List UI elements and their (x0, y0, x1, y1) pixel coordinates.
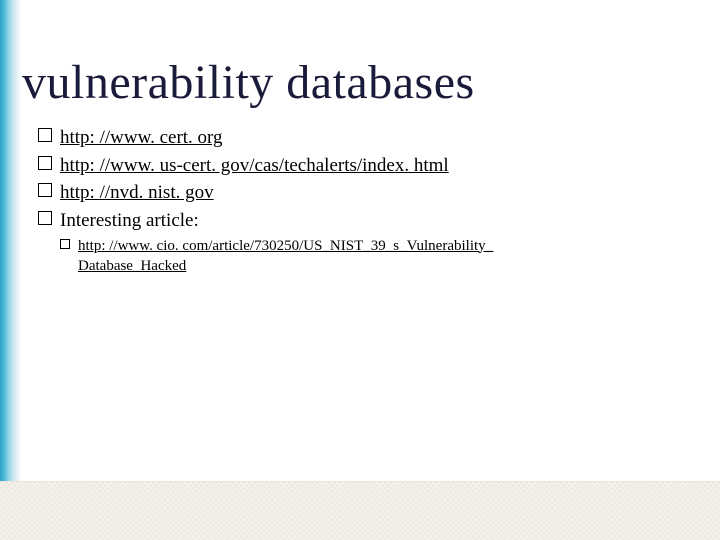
sub-link-line2: Database_Hacked (78, 258, 186, 274)
sub-list-item: http: //www. cio. com/article/730250/US_… (60, 236, 700, 277)
bullet-icon (38, 211, 52, 225)
list-item: Interesting article: (38, 208, 700, 234)
list-item: http: //www. cert. org (38, 125, 700, 151)
link-text[interactable]: http: //nvd. nist. gov (60, 182, 214, 203)
slide-body: http: //www. cert. org http: //www. us-c… (38, 125, 700, 276)
list-item: http: //nvd. nist. gov (38, 180, 700, 206)
bullet-icon (38, 128, 52, 142)
slide-title: vulnerability databases (22, 55, 475, 110)
list-item: http: //www. us-cert. gov/cas/techalerts… (38, 153, 700, 179)
link-text[interactable]: http: //www. cert. org (60, 127, 223, 148)
bottom-texture-band (0, 481, 720, 540)
link-text[interactable]: http: //www. us-cert. gov/cas/techalerts… (60, 155, 449, 176)
item-text: Interesting article: (60, 210, 199, 231)
slide: vulnerability databases http: //www. cer… (0, 0, 720, 540)
sub-link-line1: http: //www. cio. com/article/730250/US_… (78, 238, 493, 254)
left-gradient-strip (0, 0, 22, 540)
link-text[interactable]: http: //www. cio. com/article/730250/US_… (78, 238, 493, 274)
bullet-icon (38, 183, 52, 197)
bullet-icon (60, 239, 70, 249)
bullet-icon (38, 156, 52, 170)
